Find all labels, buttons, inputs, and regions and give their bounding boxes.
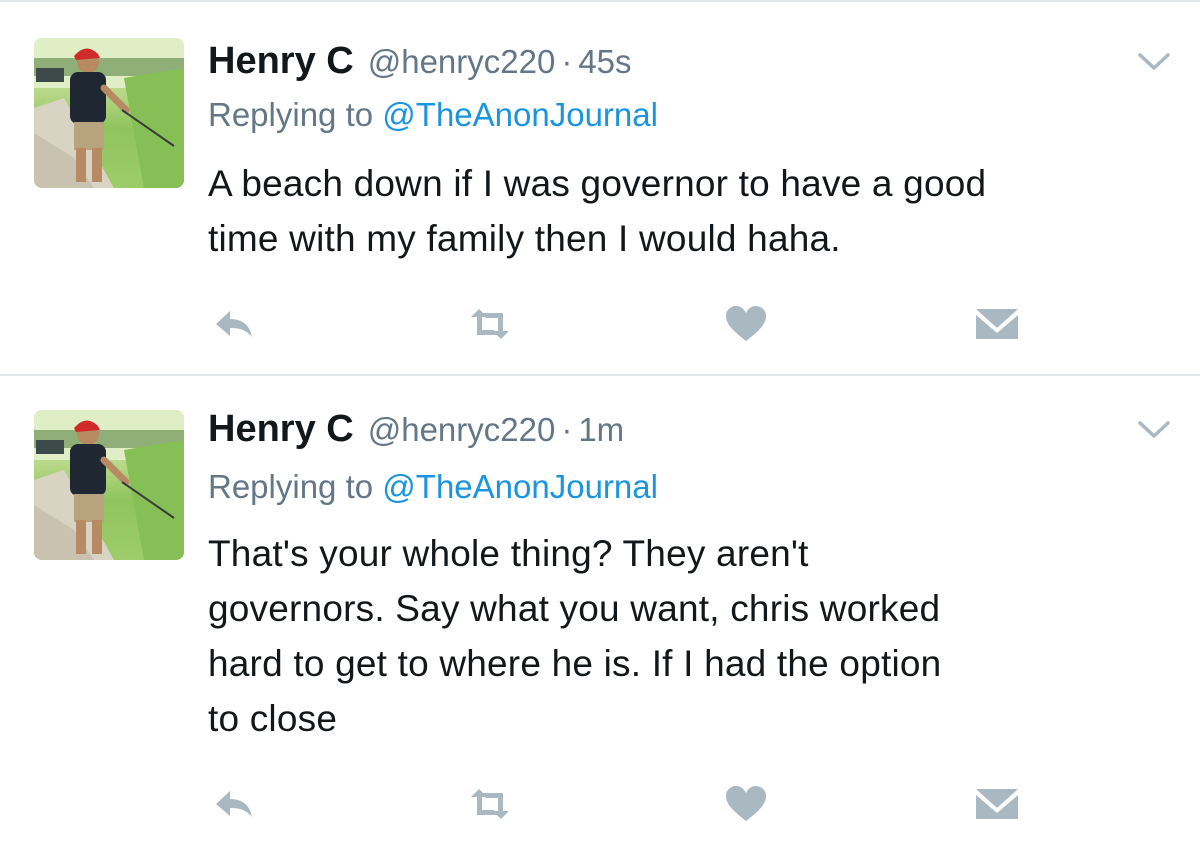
tweet-text: A beach down if I was governor to have a… [208,163,987,259]
tweet-header: Henry C @henryc220 · 45s [208,40,632,86]
tweet-timestamp[interactable]: 45s [578,43,631,81]
like-icon[interactable] [723,304,769,344]
reply-icon[interactable] [212,304,258,344]
chevron-down-icon[interactable] [1136,50,1172,74]
replying-to-label: Replying to [208,468,374,505]
tweet-header: Henry C @henryc220 · 1m [208,408,624,454]
reply-mention-link[interactable]: @TheAnonJournal [382,468,658,505]
avatar[interactable] [34,410,184,560]
author-name[interactable]: Henry C [208,408,354,451]
tweet[interactable]: Henry C @henryc220 · 1m Replying to @The… [0,376,1200,856]
avatar[interactable] [34,38,184,188]
author-name[interactable]: Henry C [208,40,354,83]
golfer-photo [34,38,184,188]
separator-dot: · [561,43,573,80]
tweet-timestamp[interactable]: 1m [578,411,624,449]
author-handle[interactable]: @henryc220 [368,43,556,81]
replying-to-line: Replying to @TheAnonJournal [208,96,658,134]
separator-dot: · [561,411,573,448]
tweet[interactable]: Henry C @henryc220 · 45s Replying to @Th… [0,2,1200,376]
like-icon[interactable] [723,784,769,824]
chevron-down-icon[interactable] [1136,418,1172,442]
retweet-icon[interactable] [467,784,513,824]
author-handle[interactable]: @henryc220 [368,411,556,449]
direct-message-icon[interactable] [974,784,1020,824]
golfer-photo [34,410,184,560]
replying-to-line: Replying to @TheAnonJournal [208,468,658,506]
reply-icon[interactable] [212,784,258,824]
reply-mention-link[interactable]: @TheAnonJournal [382,96,658,133]
direct-message-icon[interactable] [974,304,1020,344]
retweet-icon[interactable] [467,304,513,344]
tweet-text: That's your whole thing? They aren't gov… [208,533,942,739]
replying-to-label: Replying to [208,96,374,133]
